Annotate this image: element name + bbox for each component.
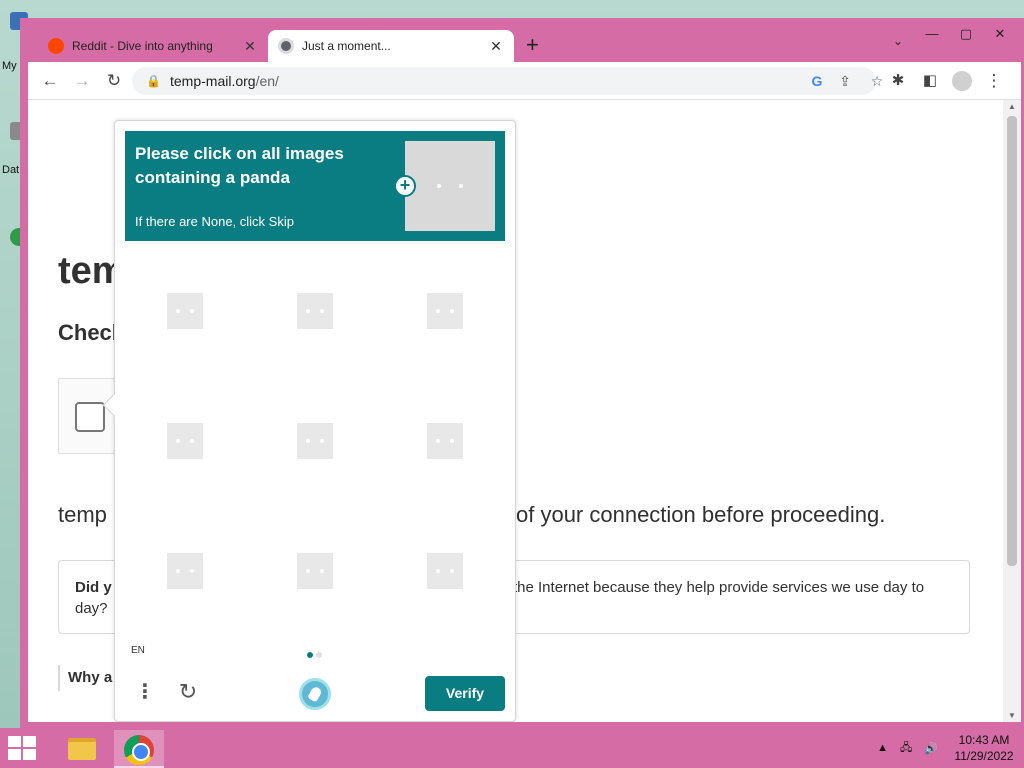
scroll-down-arrow-icon[interactable]: ▼ (1003, 711, 1021, 720)
challenge-image-tile[interactable] (167, 293, 203, 329)
maximize-button[interactable]: ▢ (949, 22, 983, 46)
reload-button[interactable]: ↻ (102, 69, 126, 93)
tab-reddit[interactable]: Reddit - Dive into anything ✕ (38, 30, 268, 62)
clock-time: 10:43 AM (958, 733, 1010, 747)
page-indicator-inactive (316, 652, 322, 658)
desktop-icon-label: Dat (2, 164, 20, 176)
file-explorer-taskbar-button[interactable] (56, 730, 106, 768)
windows-start-icon[interactable] (8, 736, 38, 760)
tab-title: Just a moment... (302, 39, 391, 53)
share-icon[interactable]: ⇪ (834, 70, 856, 92)
bookmark-star-icon[interactable]: ☆ (866, 70, 888, 92)
page-scrollbar[interactable]: ▲ ▼ (1003, 100, 1021, 722)
chrome-icon (124, 735, 154, 765)
tab-title: Reddit - Dive into anything (72, 39, 213, 53)
language-selector[interactable]: EN (131, 645, 145, 656)
page-content: tem Check temp of your connection before… (28, 100, 1021, 722)
minimize-button[interactable]: — (915, 22, 949, 46)
clock-date: 11/29/2022 (954, 749, 1014, 763)
profile-avatar-icon[interactable] (950, 69, 974, 93)
browser-window: Reddit - Dive into anything ✕ Just a mom… (20, 18, 1024, 728)
browser-toolbar: ← → ↻ 🔒 temp-mail.org/en/ G ⇪ ☆ ✱ ◧ ⋮ (28, 62, 1021, 100)
notice-text: the Internet because they help provide s… (513, 579, 925, 596)
close-icon[interactable]: ✕ (488, 38, 504, 55)
google-icon[interactable]: G (806, 70, 828, 92)
url-host: temp-mail.org (170, 73, 256, 89)
hcaptcha-logo-icon[interactable] (299, 678, 331, 710)
close-icon[interactable]: ✕ (242, 38, 258, 55)
side-panel-icon[interactable]: ◧ (918, 69, 942, 93)
clock[interactable]: 10:43 AM 11/29/2022 (944, 732, 1024, 764)
refresh-challenge-icon[interactable]: ↻ (175, 679, 201, 705)
new-tab-button[interactable]: + (526, 34, 539, 56)
challenge-widget (58, 378, 118, 454)
notice-heading: Did y (75, 579, 112, 596)
human-verification-checkbox[interactable] (75, 402, 105, 432)
extensions-icon[interactable]: ✱ (886, 69, 910, 93)
url-path: /en/ (255, 73, 279, 89)
challenge-image-tile[interactable] (427, 293, 463, 329)
hcaptcha-challenge: Please click on all images containing a … (102, 120, 516, 722)
example-image[interactable] (405, 141, 495, 231)
expand-example-plus-icon[interactable]: + (394, 175, 416, 197)
challenge-prompt: Please click on all images containing a … (135, 144, 344, 187)
url-text: temp-mail.org/en/ (170, 73, 279, 89)
security-message-right: of your connection before proceeding. (516, 502, 886, 527)
chrome-taskbar-button[interactable] (114, 730, 164, 768)
verify-button[interactable]: Verify (425, 676, 505, 711)
challenge-image-tile[interactable] (167, 553, 203, 589)
tab-search-chevron-icon[interactable]: ⌄ (893, 34, 903, 48)
more-options-icon[interactable]: ⋮ (135, 681, 155, 705)
challenge-image-tile[interactable] (427, 553, 463, 589)
tab-strip: Reddit - Dive into anything ✕ Just a mom… (28, 26, 1021, 62)
challenge-image-tile[interactable] (297, 553, 333, 589)
globe-icon (278, 38, 294, 54)
security-message-left: temp (58, 502, 107, 527)
taskbar: ▲ 🖧 🔊 10:43 AM 11/29/2022 (0, 728, 1024, 768)
system-tray: ▲ 🖧 🔊 10:43 AM 11/29/2022 (871, 728, 1024, 768)
address-bar[interactable]: 🔒 temp-mail.org/en/ G ⇪ ☆ (132, 67, 883, 95)
close-window-button[interactable]: ✕ (983, 22, 1017, 46)
reddit-icon (48, 38, 64, 54)
network-icon[interactable]: 🖧 (900, 739, 912, 758)
scroll-thumb[interactable] (1007, 116, 1017, 566)
notice-text-line2: day? (75, 600, 108, 617)
challenge-image-tile[interactable] (297, 423, 333, 459)
folder-icon (68, 738, 96, 760)
challenge-image-tile[interactable] (167, 423, 203, 459)
menu-kebab-icon[interactable]: ⋮ (982, 69, 1006, 93)
challenge-image-tile[interactable] (427, 423, 463, 459)
challenge-header: Please click on all images containing a … (125, 131, 505, 241)
volume-icon[interactable]: 🔊 (924, 742, 938, 755)
desktop-icon-label: My (2, 60, 17, 72)
why-section-heading[interactable]: Why a (58, 665, 112, 691)
back-button[interactable]: ← (38, 69, 62, 93)
show-hidden-icons-chevron-icon[interactable]: ▲ (877, 742, 888, 754)
lock-icon[interactable]: 🔒 (146, 74, 161, 88)
page-indicator-active (307, 652, 313, 658)
tab-just-a-moment[interactable]: Just a moment... ✕ (268, 30, 514, 62)
challenge-hint: If there are None, click Skip (135, 214, 294, 229)
challenge-image-tile[interactable] (297, 293, 333, 329)
scroll-up-arrow-icon[interactable]: ▲ (1003, 102, 1021, 111)
forward-button[interactable]: → (70, 69, 94, 93)
